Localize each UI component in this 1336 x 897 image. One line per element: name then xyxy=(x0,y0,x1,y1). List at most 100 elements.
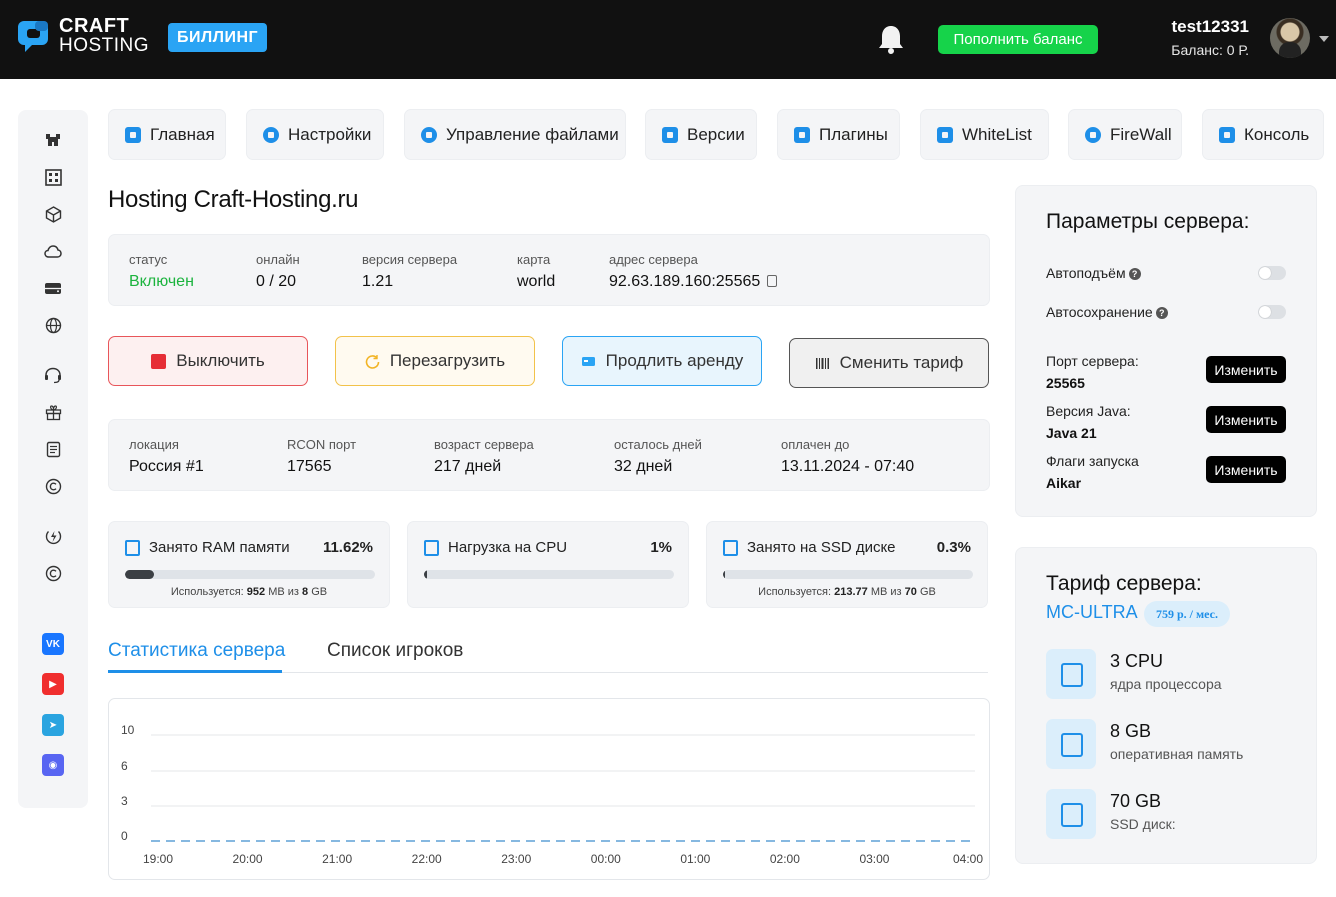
extend-rent-button[interactable]: Продлить аренду xyxy=(562,336,762,386)
avatar[interactable] xyxy=(1270,18,1310,58)
cpu-progress-bar xyxy=(424,570,674,579)
x-tick-label: 04:00 xyxy=(953,852,983,866)
x-tick-label: 03:00 xyxy=(859,852,889,866)
ssd-progress-fill xyxy=(723,570,725,579)
page-title: Hosting Craft-Hosting.ru xyxy=(108,186,359,213)
days-left-label: осталось дней xyxy=(614,437,702,452)
help-icon[interactable]: ? xyxy=(1155,307,1168,319)
autostart-toggle[interactable] xyxy=(1258,266,1286,280)
document-icon[interactable] xyxy=(43,439,63,459)
tab-server-stats[interactable]: Статистика сервера xyxy=(108,640,285,662)
console-icon xyxy=(1219,126,1235,143)
days-left-value: 32 дней xyxy=(614,458,673,475)
stop-server-button[interactable]: Выключить xyxy=(108,336,308,386)
help-icon[interactable]: ? xyxy=(1128,268,1141,280)
port-value: 25565 xyxy=(1046,375,1085,391)
user-balance: Баланс: 0 Р. xyxy=(1171,42,1249,58)
logo-text-bottom: HOSTING xyxy=(59,35,150,56)
tab-firewall[interactable]: FireWall xyxy=(1068,109,1182,160)
ram-usage-note: Используется: 952 MB из 8 GB xyxy=(170,586,328,598)
tab-versions[interactable]: Версии xyxy=(645,109,757,160)
server-details-box: локация Россия #1 RCON порт 17565 возрас… xyxy=(108,419,990,491)
tab-console[interactable]: Консоль xyxy=(1202,109,1324,160)
location-label: локация xyxy=(129,437,179,452)
storage-icon[interactable] xyxy=(43,278,63,298)
bell-icon[interactable] xyxy=(878,24,904,54)
qr-icon[interactable] xyxy=(43,167,63,187)
discord-icon[interactable]: ◉ xyxy=(42,754,64,776)
change-tariff-button[interactable]: Сменить тариф xyxy=(789,338,989,388)
ram-icon xyxy=(1046,719,1096,769)
copy-icon[interactable] xyxy=(767,275,778,287)
change-flags-button[interactable]: Изменить xyxy=(1206,456,1286,483)
map-value: world xyxy=(517,273,556,290)
logo[interactable]: CRAFT HOSTING xyxy=(17,16,150,56)
address-label: адрес сервера xyxy=(609,252,698,267)
cpu-progress-fill xyxy=(424,570,427,579)
status-item: статус Включен xyxy=(129,252,194,291)
tab-settings[interactable]: Настройки xyxy=(246,109,384,160)
billing-badge[interactable]: БИЛЛИНГ xyxy=(168,23,268,52)
tariff-ram: 8 GB xyxy=(1110,721,1152,741)
tab-player-list[interactable]: Список игроков xyxy=(327,640,463,662)
tariff-price-badge: 759 р. / мес. xyxy=(1144,601,1230,627)
support-icon[interactable] xyxy=(43,365,63,385)
tab-label: Главная xyxy=(150,124,215,144)
tab-plugins[interactable]: Плагины xyxy=(777,109,900,160)
java-value: Java 21 xyxy=(1046,425,1097,441)
cpu-title: Нагрузка на CPU xyxy=(448,539,568,556)
versions-icon xyxy=(662,126,678,143)
paid-until-label: оплачен до xyxy=(781,437,850,452)
barcode-icon xyxy=(815,357,829,369)
x-tick-label: 00:00 xyxy=(591,852,621,866)
telegram-icon[interactable]: ➤ xyxy=(42,714,64,736)
list-icon xyxy=(937,126,953,143)
energy-icon[interactable] xyxy=(43,526,63,546)
cloud-icon xyxy=(421,126,437,143)
restart-label: Перезагрузить xyxy=(389,351,506,370)
age-item: возраст сервера 217 дней xyxy=(434,437,534,476)
restart-server-button[interactable]: Перезагрузить xyxy=(335,336,535,386)
home-icon[interactable] xyxy=(43,130,63,150)
autosave-row: Автосохранение? xyxy=(1046,304,1168,320)
home-icon xyxy=(125,126,141,143)
card-icon xyxy=(581,356,595,366)
tariff-name: MC-ULTRA xyxy=(1046,602,1138,622)
ram-title: Занято RAM памяти xyxy=(149,539,290,556)
top-bar: CRAFT HOSTING БИЛЛИНГ Пополнить баланс t… xyxy=(0,0,1336,79)
location-item: локация Россия #1 xyxy=(129,437,204,476)
paid-until-value: 13.11.2024 - 07:40 xyxy=(781,458,915,475)
cloud-icon[interactable] xyxy=(43,241,63,261)
cube-icon[interactable] xyxy=(43,204,63,224)
tab-whitelist[interactable]: WhiteList xyxy=(920,109,1049,160)
server-status-box: статус Включен онлайн 0 / 20 версия серв… xyxy=(108,234,990,306)
cpu-load-card: Нагрузка на CPU 1% xyxy=(407,521,689,608)
change-java-button[interactable]: Изменить xyxy=(1206,406,1286,433)
ram-percent: 11.62% xyxy=(322,539,373,556)
copyright-icon[interactable] xyxy=(43,476,63,496)
gift-icon[interactable] xyxy=(43,402,63,422)
ram-icon xyxy=(125,540,140,556)
tab-home[interactable]: Главная xyxy=(108,109,226,160)
online-item: онлайн 0 / 20 xyxy=(256,252,300,291)
change-port-button[interactable]: Изменить xyxy=(1206,356,1286,383)
topup-balance-button[interactable]: Пополнить баланс xyxy=(938,25,1098,54)
cpu-icon xyxy=(424,540,439,556)
globe-icon[interactable] xyxy=(43,315,63,335)
tariff-cpu-desc: ядра процессора xyxy=(1110,676,1222,692)
tab-file-manager[interactable]: Управление файлами xyxy=(404,109,626,160)
ssd-usage-card: Занято на SSD диске 0.3% Используется: 2… xyxy=(706,521,988,608)
vk-icon[interactable]: VK xyxy=(42,633,64,655)
ssd-icon xyxy=(1046,789,1096,839)
cpu-icon xyxy=(1046,649,1096,699)
autostart-row: Автоподъём? xyxy=(1046,265,1141,281)
copyright-icon[interactable] xyxy=(43,563,63,583)
youtube-icon[interactable]: ▶ xyxy=(42,673,64,695)
chevron-down-icon[interactable] xyxy=(1319,36,1329,42)
status-value: Включен xyxy=(129,273,194,290)
tariff-ram-desc: оперативная память xyxy=(1110,746,1244,762)
sidebar: VK ▶ ➤ ◉ xyxy=(18,110,88,808)
autosave-toggle[interactable] xyxy=(1258,305,1286,319)
java-label: Версия Java: xyxy=(1046,403,1131,419)
version-value: 1.21 xyxy=(362,273,394,290)
